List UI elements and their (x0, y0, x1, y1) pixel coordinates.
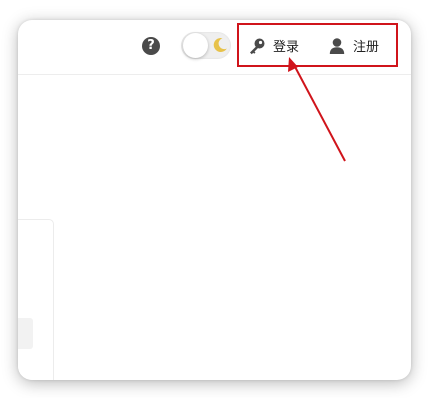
moon-icon (213, 37, 227, 52)
toggle-knob (183, 33, 208, 58)
theme-toggle[interactable] (181, 32, 231, 59)
screenshot-stage: ? 登录 注册 (0, 0, 429, 398)
annotation-highlight-box (237, 23, 398, 67)
side-panel-item[interactable] (18, 318, 33, 349)
help-icon[interactable]: ? (142, 37, 160, 55)
app-window: ? 登录 注册 (18, 20, 411, 380)
side-panel (18, 219, 54, 380)
